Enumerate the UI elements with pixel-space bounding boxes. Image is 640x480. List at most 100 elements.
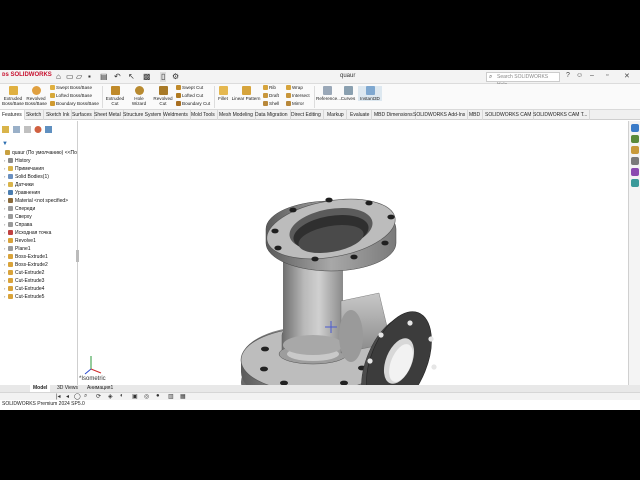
file-explorer-icon[interactable] <box>631 146 639 154</box>
shell-button[interactable]: Shell <box>263 101 279 107</box>
revolved-boss-button[interactable]: Revolved Boss/Base <box>25 86 47 106</box>
display-style-icon[interactable]: ◐ <box>120 393 124 399</box>
tree-item[interactable]: › Уравнения <box>0 189 78 197</box>
tree-item[interactable]: › Датчики <box>0 181 78 189</box>
help-icon[interactable]: ? <box>566 72 570 79</box>
tab-solidworks-cam[interactable]: SOLIDWORKS CAM <box>483 110 535 120</box>
scene-icon[interactable]: ▥ <box>168 393 174 400</box>
tree-item[interactable]: › Revolve1 <box>0 237 78 245</box>
display-manager-icon[interactable] <box>45 126 52 133</box>
tree-item[interactable]: › History <box>0 157 78 165</box>
fillet-button[interactable]: Fillet <box>216 86 230 101</box>
rotate-icon[interactable]: ⟳ <box>96 393 101 400</box>
tab-solidworks-cam-t[interactable]: SOLIDWORKS CAM T... <box>531 110 591 120</box>
linear-pattern-button[interactable]: Linear Pattern <box>231 86 261 101</box>
rebuild-icon[interactable]: ▩ <box>143 72 151 82</box>
tree-item[interactable]: quaur (По умолчанию) <<По <box>0 149 78 157</box>
tab-structure-system[interactable]: Structure System <box>121 110 165 120</box>
resources-icon[interactable] <box>631 124 639 132</box>
close-icon[interactable]: ✕ <box>624 72 630 80</box>
extruded-cut-button[interactable]: Extruded Cut <box>104 86 126 106</box>
3d-model[interactable] <box>79 121 628 385</box>
tree-item[interactable]: › Cut-Extrude2 <box>0 269 78 277</box>
user-icon[interactable]: ☺ <box>576 72 583 79</box>
view-orientation-icon[interactable]: ◈ <box>108 393 113 400</box>
tab-mbd[interactable]: MBD <box>467 110 484 120</box>
select-icon[interactable]: ↖ <box>128 72 135 82</box>
hide-show-icon[interactable]: ◎ <box>144 393 149 400</box>
intersect-button[interactable]: Intersect <box>286 93 310 99</box>
curves-button[interactable]: Curves <box>339 86 357 101</box>
custom-properties-icon[interactable] <box>631 179 639 187</box>
tab-mold-tools[interactable]: Mold Tools <box>189 110 218 120</box>
draft-button[interactable]: Draft <box>263 93 279 99</box>
tree-item[interactable]: › Cut-Extrude3 <box>0 277 78 285</box>
tab-weldments[interactable]: Weldments <box>161 110 191 120</box>
new-document-icon[interactable]: ▭ <box>66 72 74 82</box>
tree-item[interactable]: › Исходная точка <box>0 229 78 237</box>
configuration-icon[interactable] <box>24 126 31 133</box>
play-icon[interactable]: ◂ <box>66 393 69 400</box>
tab-direct-editing[interactable]: Direct Editing <box>289 110 324 120</box>
tab-data-migration[interactable]: Data Migration <box>253 110 291 120</box>
feature-tree-icon[interactable] <box>2 126 9 133</box>
minimize-icon[interactable]: – <box>590 72 594 79</box>
tab-solidworks-add-ins[interactable]: SOLIDWORKS Add-Ins <box>411 110 469 120</box>
tree-item[interactable]: › Сверху <box>0 213 78 221</box>
wrap-button[interactable]: Wrap <box>286 85 303 91</box>
tree-item[interactable]: › Примечания <box>0 165 78 173</box>
revolved-cut-button[interactable]: Revolved Cut <box>152 86 174 106</box>
rib-button[interactable]: Rib <box>263 85 276 91</box>
lofted-cut-button[interactable]: Lofted Cut <box>176 93 203 99</box>
view-palette-icon[interactable] <box>631 157 639 165</box>
tree-item[interactable]: › Plane1 <box>0 245 78 253</box>
view-settings-icon[interactable]: ▦ <box>180 393 186 400</box>
tab-evaluate[interactable]: Evaluate <box>348 110 373 120</box>
lofted-boss-button[interactable]: Lofted Boss/Base <box>50 93 92 99</box>
instant3d-button[interactable]: Instant3D <box>358 86 382 101</box>
tree-item[interactable]: › Спереди <box>0 205 78 213</box>
undo-icon[interactable]: ↶ <box>114 72 121 82</box>
zoom-area-icon[interactable]: ⌕ <box>84 393 87 400</box>
tree-item[interactable]: › Справа <box>0 221 78 229</box>
filter-icon[interactable]: ▼ <box>2 141 8 147</box>
save-icon[interactable]: ▪ <box>88 72 91 82</box>
tab-markup[interactable]: Markup <box>325 110 347 120</box>
top-flange[interactable] <box>262 190 400 272</box>
boundary-boss-button[interactable]: Boundary Boss/Base <box>50 101 99 107</box>
tree-item[interactable]: › Boss-Extrude2 <box>0 261 78 269</box>
swept-boss-button[interactable]: Swept Boss/Base <box>50 85 92 91</box>
tree-item[interactable]: › Cut-Extrude5 <box>0 293 78 301</box>
maximize-icon[interactable]: ▫ <box>606 72 608 79</box>
bottom-tab-1[interactable]: 3D Views <box>54 385 81 392</box>
mirror-button[interactable]: Mirror <box>286 101 304 107</box>
open-icon[interactable]: ▱ <box>76 72 82 82</box>
tree-item[interactable]: › Cut-Extrude4 <box>0 285 78 293</box>
tab-mesh-modeling[interactable]: Mesh Modeling <box>217 110 256 120</box>
bottom-tab-0[interactable]: Model <box>30 385 51 392</box>
tree-item[interactable]: › Boss-Extrude1 <box>0 253 78 261</box>
tab-sheet-metal[interactable]: Sheet Metal <box>92 110 124 120</box>
tab-mbd-dimensions[interactable]: MBD Dimensions <box>372 110 416 120</box>
print-icon[interactable]: ▤ <box>100 72 108 82</box>
bottom-tab-2[interactable]: Анимация1 <box>84 385 116 392</box>
section-view-icon[interactable]: ▣ <box>132 393 138 400</box>
dimxpert-icon[interactable] <box>34 126 42 133</box>
edit-appearance-icon[interactable]: ● <box>156 393 160 399</box>
tree-item[interactable]: › Material <not specified> <box>0 197 78 205</box>
previous-icon[interactable]: |◂ <box>56 393 61 400</box>
graphics-viewport[interactable]: *Isometric <box>79 121 628 385</box>
home-icon[interactable]: ⌂ <box>56 72 61 82</box>
swept-cut-button[interactable]: Swept Cut <box>176 85 203 91</box>
appearances-icon[interactable] <box>631 168 639 176</box>
search-input[interactable]: ⌕Search SOLIDWORKS Help <box>486 72 560 88</box>
hole-wizard-button[interactable]: Hole Wizard <box>127 86 151 106</box>
reference-geometry-button[interactable]: Reference... <box>316 86 341 101</box>
options-icon[interactable]: ⚙ <box>172 72 179 82</box>
tab-sketch-ink[interactable]: Sketch Ink <box>44 110 73 120</box>
property-manager-icon[interactable] <box>13 126 20 133</box>
boundary-cut-button[interactable]: Boundary Cut <box>176 101 210 107</box>
tab-features[interactable]: Features <box>0 110 25 120</box>
tab-sketch[interactable]: Sketch <box>24 110 45 120</box>
pointer-icon[interactable]: ▯ <box>160 72 167 82</box>
